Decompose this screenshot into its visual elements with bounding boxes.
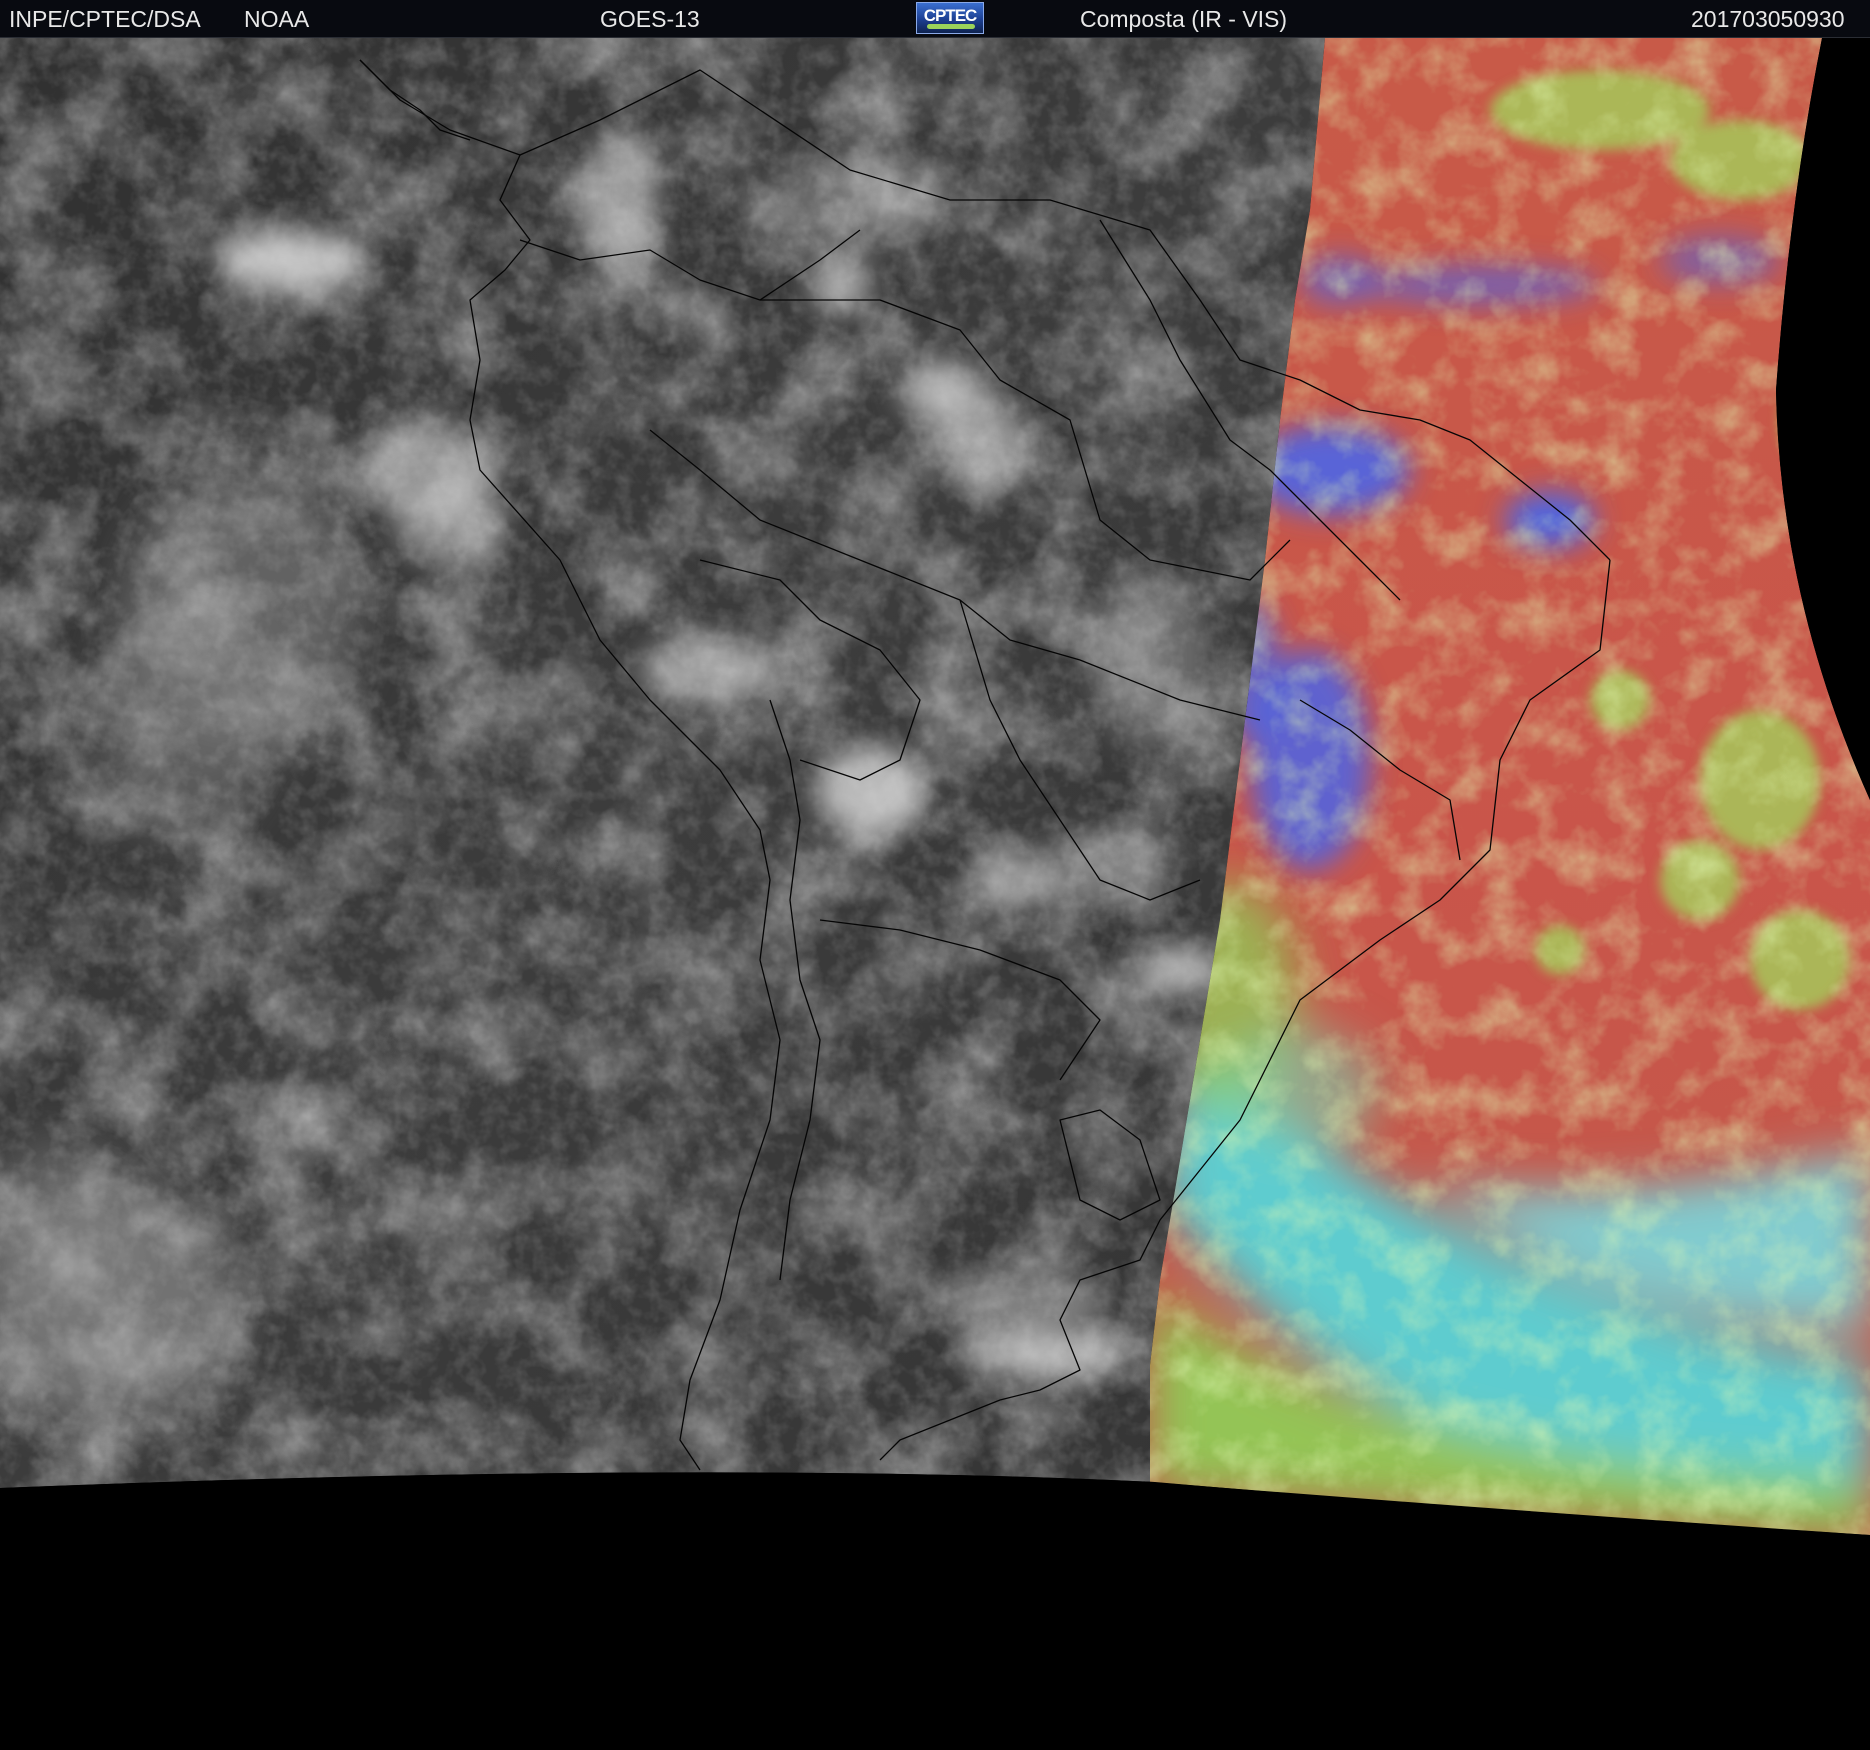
- ir-panel: [0, 38, 1325, 1488]
- cptec-logo-swoosh: [927, 24, 975, 29]
- timestamp-label: 201703050930: [1691, 6, 1845, 32]
- product-label: Composta (IR - VIS): [1080, 6, 1288, 32]
- satellite-image: [0, 38, 1870, 1750]
- satellite-label: GOES-13: [600, 6, 700, 32]
- cptec-logo: CPTEC: [916, 2, 984, 34]
- institution-label: INPE/CPTEC/DSA: [9, 6, 201, 32]
- agency-label: NOAA: [244, 6, 310, 32]
- header-bar: INPE/CPTEC/DSA NOAA GOES-13 CPTEC Compos…: [0, 0, 1870, 38]
- cptec-logo-text: CPTEC: [923, 6, 978, 25]
